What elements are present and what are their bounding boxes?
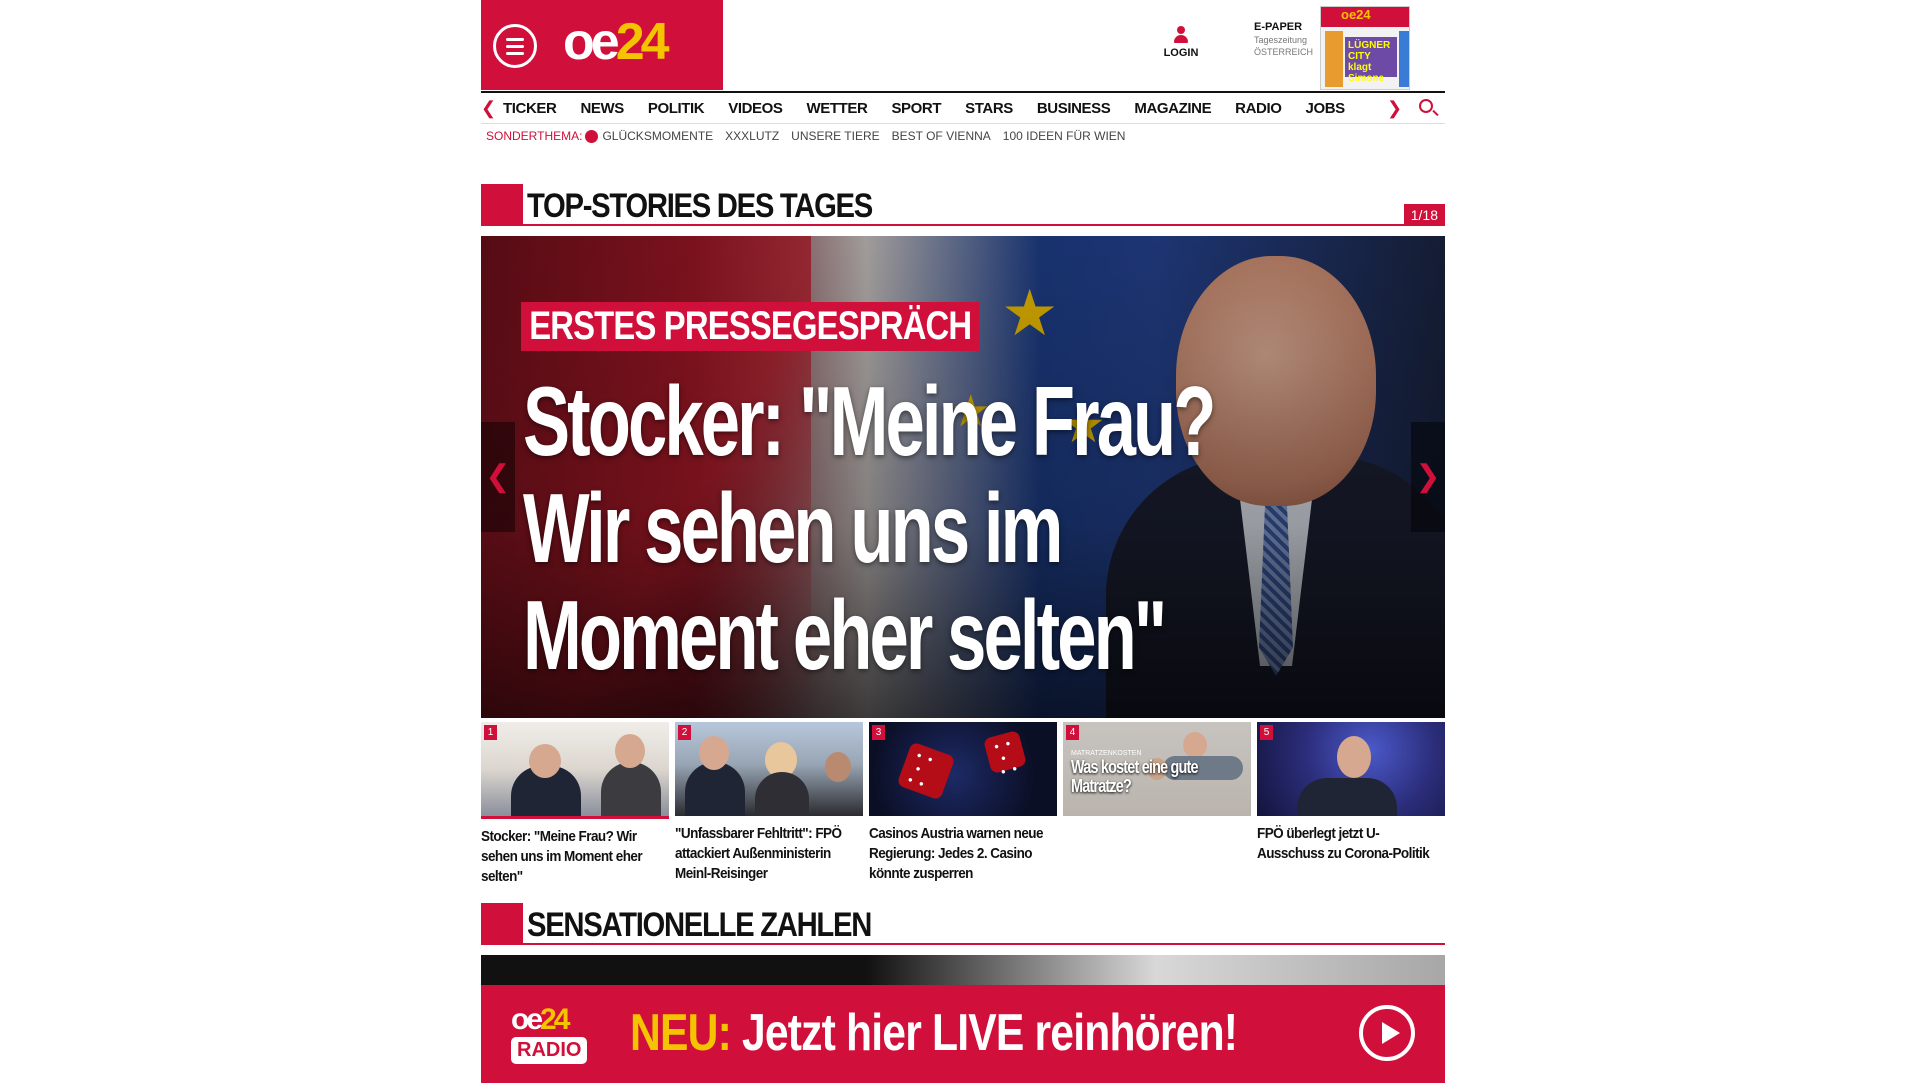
menu-icon[interactable] <box>493 24 537 68</box>
epaper-cover-image[interactable]: oe24 LÜGNER CITY klagt Simone <box>1320 6 1410 90</box>
radio-banner[interactable]: oe24 RADIO NEU: Jetzt hier LIVE reinhöre… <box>481 985 1445 1083</box>
story-overlay-title: Was kostet eine gute Matratze? <box>1071 757 1198 796</box>
logo-area: oe24 <box>481 0 723 90</box>
slider-prev-button[interactable]: ❮ <box>481 422 515 532</box>
search-icon[interactable] <box>1419 99 1433 113</box>
story-thumbnails: 1 Stocker: "Meine Frau? Wir sehen uns im… <box>481 722 1445 892</box>
story-card[interactable]: MATRATZENKOSTEN Was kostet eine gute Mat… <box>1063 722 1251 824</box>
nav-item-radio[interactable]: RADIO <box>1235 100 1282 117</box>
epaper-link[interactable]: E-PAPER Tageszeitung ÖSTERREICH <box>1254 20 1313 58</box>
nav-item-news[interactable]: NEWS <box>580 100 624 117</box>
nav-item-stars[interactable]: STARS <box>965 100 1013 117</box>
subnav-item[interactable]: 100 IDEEN FÜR WIEN <box>1003 129 1126 143</box>
user-icon <box>1174 26 1188 44</box>
radio-logo-oe24: oe24 <box>511 1003 570 1036</box>
hero-slide[interactable]: ★ ★ ★ ERSTES PRESSEGESPRÄCH Stocker: "Me… <box>481 236 1445 718</box>
radio-cta-text: Jetzt hier LIVE reinhören! <box>741 1004 1238 1062</box>
epaper-title: E-PAPER <box>1254 21 1303 33</box>
nav-item-sport[interactable]: SPORT <box>891 100 941 117</box>
section-title: TOP-STORIES DES TAGES <box>527 187 873 225</box>
sensationelle-image[interactable] <box>481 955 1445 985</box>
subnav-item[interactable]: XXXLUTZ <box>725 129 779 143</box>
sensationelle-header: SENSATIONELLE ZAHLEN <box>481 903 1445 945</box>
subnav-item[interactable]: UNSERE TIERE <box>791 129 879 143</box>
nav-item-business[interactable]: BUSINESS <box>1037 100 1111 117</box>
dice-icon <box>982 729 1028 775</box>
story-card[interactable]: 3 Casinos Austria warnen neue Regierung:… <box>869 722 1057 884</box>
slide-counter: 1/18 <box>1403 204 1445 226</box>
epaper-cover-headline: LÜGNER CITY klagt Simone <box>1345 37 1397 84</box>
nav-item-magazine[interactable]: MAGAZINE <box>1134 100 1211 117</box>
oe24-logo[interactable]: oe24 <box>563 12 670 72</box>
story-number: 4 <box>1066 725 1079 740</box>
story-image: 2 <box>675 722 863 816</box>
story-image: 3 <box>869 722 1057 816</box>
slider-next-button[interactable]: ❯ <box>1411 422 1445 532</box>
story-overlay-kicker: MATRATZENKOSTEN <box>1071 750 1142 757</box>
login-button[interactable]: LOGIN <box>1161 26 1201 59</box>
nav-item-politik[interactable]: POLITIK <box>648 100 705 117</box>
sonderthema-label: SONDERTHEMA: <box>486 129 583 143</box>
story-title[interactable]: "Unfassbarer Fehltritt": FPÖ attackiert … <box>675 824 864 884</box>
epaper-cover-logo: oe24 <box>1321 7 1409 27</box>
nav-next-icon[interactable]: ❯ <box>1387 98 1402 119</box>
story-title[interactable]: Stocker: "Meine Frau? Wir sehen uns im M… <box>481 827 670 887</box>
story-number: 2 <box>678 725 691 740</box>
story-number: 1 <box>484 725 497 740</box>
story-card[interactable]: 1 Stocker: "Meine Frau? Wir sehen uns im… <box>481 722 669 887</box>
story-image: 1 <box>481 722 669 819</box>
story-number: 5 <box>1260 725 1273 740</box>
section-marker <box>481 903 523 945</box>
radio-neu: NEU: <box>630 1004 732 1062</box>
story-image: MATRATZENKOSTEN Was kostet eine gute Mat… <box>1063 722 1251 816</box>
subnav-item[interactable]: BEST OF VIENNA <box>892 129 991 143</box>
hero-headline[interactable]: Stocker: "Meine Frau? Wir sehen uns im M… <box>523 368 1243 689</box>
page: oe24 LOGIN E-PAPER Tageszeitung ÖSTERREI… <box>0 0 1920 1083</box>
main-nav: ❮ TICKER NEWS POLITIK VIDEOS WETTER SPOR… <box>481 91 1445 124</box>
radio-logo: oe24 RADIO <box>511 1005 603 1067</box>
epaper-sub2: ÖSTERREICH <box>1254 47 1314 57</box>
section-title: SENSATIONELLE ZAHLEN <box>527 906 872 944</box>
login-label: LOGIN <box>1163 47 1199 59</box>
story-title[interactable]: FPÖ überlegt jetzt U-Ausschuss zu Corona… <box>1257 824 1446 864</box>
epaper-sub1: Tageszeitung <box>1254 35 1308 45</box>
top-stories-header: TOP-STORIES DES TAGES 1/18 <box>481 184 1445 226</box>
story-title[interactable]: Casinos Austria warnen neue Regierung: J… <box>869 824 1058 884</box>
dice-icon <box>896 741 956 801</box>
radio-cta: NEU: Jetzt hier LIVE reinhören! <box>630 1003 1238 1063</box>
nav-item-videos[interactable]: VIDEOS <box>728 100 783 117</box>
sonderthema-bar: SONDERTHEMA: GLÜCKSMOMENTE XXXLUTZ UNSER… <box>486 129 1137 143</box>
hero-kicker: ERSTES PRESSEGESPRÄCH <box>521 302 980 351</box>
heart-icon <box>585 130 599 143</box>
story-card[interactable]: 2 "Unfassbarer Fehltritt": FPÖ attackier… <box>675 722 863 884</box>
radio-logo-label: RADIO <box>511 1037 588 1064</box>
story-card[interactable]: 5 FPÖ überlegt jetzt U-Ausschuss zu Coro… <box>1257 722 1445 864</box>
section-marker <box>481 184 523 226</box>
nav-item-ticker[interactable]: TICKER <box>503 100 557 117</box>
play-icon[interactable] <box>1359 1005 1415 1061</box>
nav-prev-icon[interactable]: ❮ <box>481 98 496 119</box>
story-number: 3 <box>872 725 885 740</box>
nav-item-jobs[interactable]: JOBS <box>1306 100 1346 117</box>
nav-item-wetter[interactable]: WETTER <box>807 100 868 117</box>
subnav-item[interactable]: GLÜCKSMOMENTE <box>602 129 713 143</box>
story-image: 5 <box>1257 722 1445 816</box>
